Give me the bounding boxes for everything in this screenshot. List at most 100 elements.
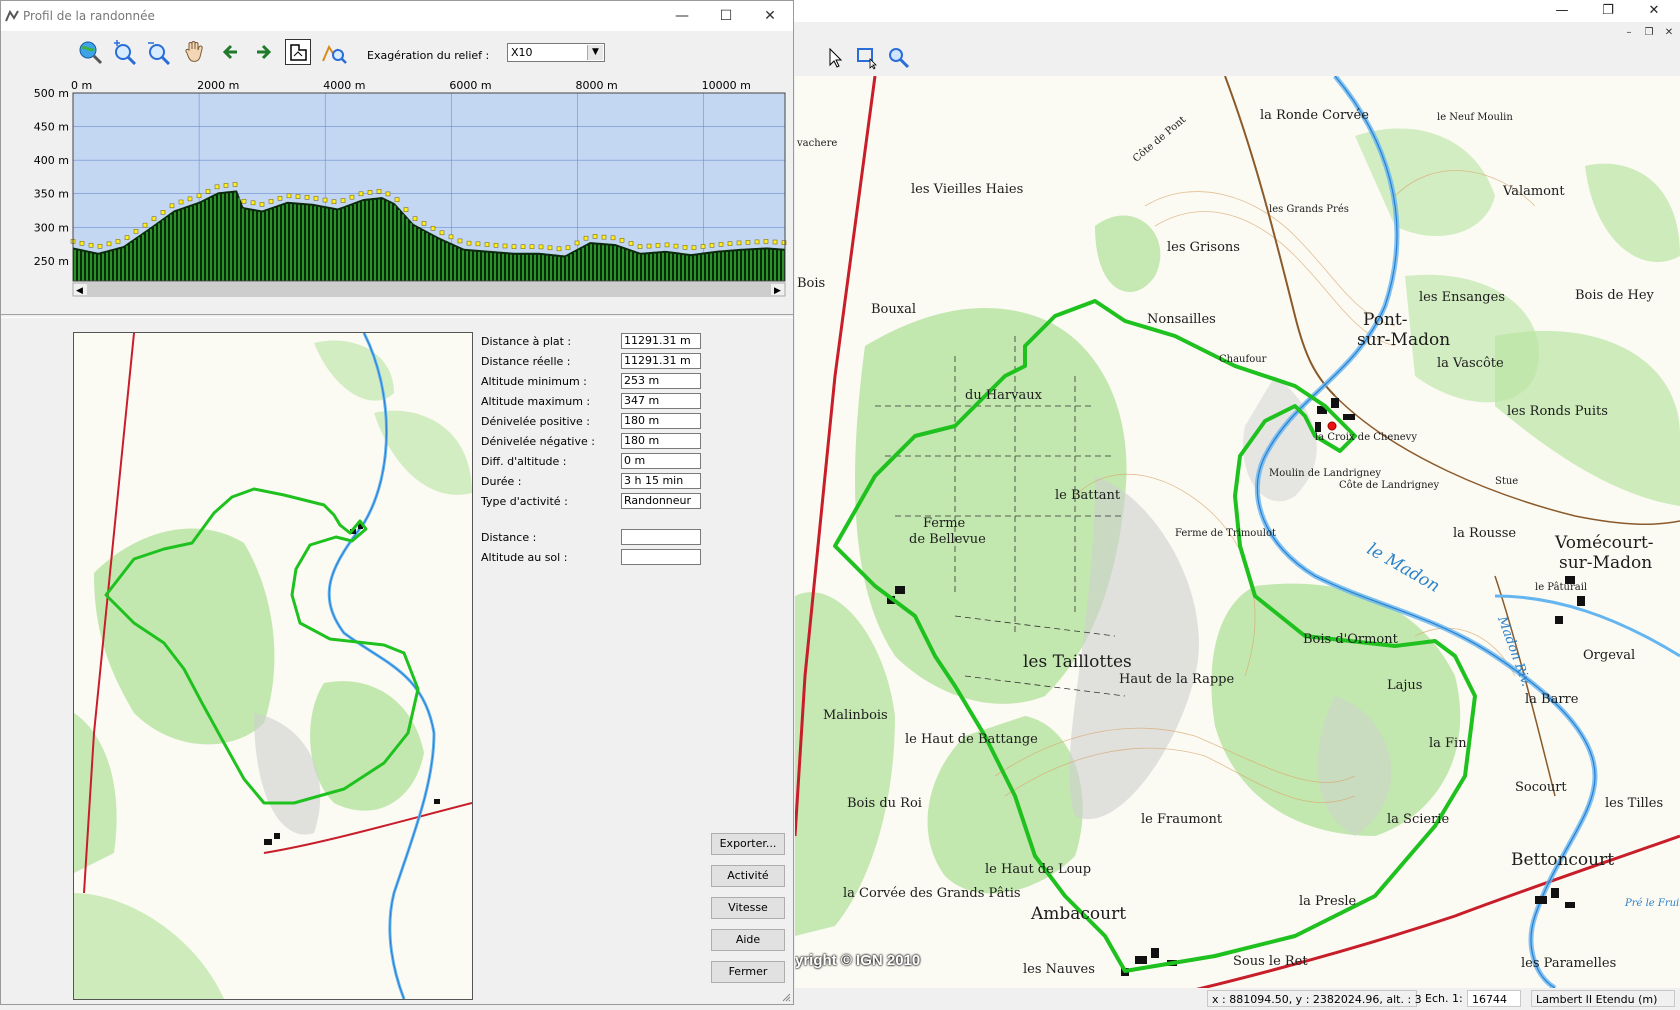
map-label-les-ensanges: les Ensanges [1419, 290, 1505, 305]
track-point [142, 222, 148, 228]
track-point [349, 194, 355, 200]
zoom-globe-icon[interactable] [77, 39, 103, 65]
stat-label: Distance à plat : [481, 335, 572, 348]
map-label-les-vieilles-haies: les Vieilles Haies [911, 182, 1024, 197]
elevation-profile[interactable]: 0 m 2000 m 4000 m 6000 m 8000 m 10000 m 500 m 4… [1, 75, 795, 307]
pointer-arrow-icon[interactable] [823, 46, 847, 70]
map-label-le-haut-battange: le Haut de Battange [905, 732, 1038, 747]
main-restore-button[interactable]: ❐ [1588, 0, 1628, 22]
main-minimize-button[interactable]: — [1542, 0, 1582, 22]
track-point [709, 243, 715, 248]
track-point [232, 182, 238, 187]
track-point [106, 241, 112, 247]
scroll-left-icon: ◀ [76, 286, 83, 296]
stat-value: 3 h 15 min [621, 473, 701, 489]
map-label-cote-landrigney: Côte de Landrigney [1339, 480, 1440, 491]
map-label-la-scierie: la Scierie [1387, 812, 1450, 827]
stat-label: Altitude minimum : [481, 375, 587, 388]
track-point [187, 196, 193, 202]
map-label-le-neuf-moulin: le Neuf Moulin [1437, 112, 1513, 123]
y-tick-label: 400 m [34, 154, 69, 167]
map-label-le-haut-de-loup: le Haut de Loup [985, 862, 1092, 877]
stat-label: Type d'activité : [481, 495, 568, 508]
track-point [547, 245, 553, 251]
y-tick-label: 300 m [34, 221, 69, 234]
mdi-minimize-button[interactable]: – [1620, 26, 1638, 40]
track-point [700, 244, 706, 249]
map-label-pont-sur-madon: Pont- [1363, 310, 1408, 330]
stat-label: Dénivelée négative : [481, 435, 595, 448]
zoom-out-icon[interactable] [145, 39, 171, 66]
map-label-valamont: Valamont [1503, 184, 1565, 199]
zoom-tool-icon[interactable] [887, 46, 911, 70]
track-point [421, 221, 427, 226]
dialog-title: Profil de la randonnée [23, 9, 155, 23]
main-close-button[interactable]: ✕ [1634, 0, 1674, 22]
track-point [214, 184, 220, 190]
relief-exaggeration-select[interactable]: X10 ▼ [507, 43, 605, 62]
topographic-map[interactable]: Pont- sur-Madon Ambacourt Vomécourt- sur… [795, 76, 1680, 988]
track-point [448, 234, 454, 240]
track-point [439, 230, 445, 236]
activity-button[interactable]: Activité [711, 865, 785, 887]
map-label-le-paturail: le Pâturail [1535, 582, 1588, 593]
elevation-search-icon[interactable] [321, 39, 347, 65]
status-scale-input[interactable]: 16744 [1467, 990, 1521, 1007]
track-point [178, 199, 184, 205]
map-toolbar [795, 42, 1680, 76]
stat-value: Randonneur [621, 493, 701, 509]
track-point [565, 245, 571, 251]
map-label-la-fin: la Fin [1429, 736, 1467, 751]
arrow-left-icon[interactable] [217, 39, 243, 65]
map-label-bois-du-roi: Bois du Roi [847, 796, 922, 811]
export-button[interactable]: Exporter... [711, 833, 785, 855]
map-label-vomecourt: Vomécourt- [1555, 533, 1654, 553]
track-point [358, 191, 364, 197]
map-label-bois-harvaux: du Harvaux [965, 388, 1042, 403]
resize-grip-icon[interactable] [781, 992, 791, 1002]
pan-hand-icon[interactable] [181, 39, 207, 65]
track-point [250, 200, 256, 206]
track-point [97, 244, 103, 249]
dialog-minimize-button[interactable]: — [665, 5, 699, 27]
cursor-stat-value [621, 529, 701, 545]
track-point [718, 242, 724, 247]
track-point [331, 199, 337, 204]
map-label-les-taillottes: les Taillottes [1023, 652, 1132, 672]
profile-mode-icon[interactable] [285, 39, 311, 65]
route-overview-map[interactable] [73, 332, 473, 1000]
x-tick-label: 6000 m [449, 79, 491, 92]
mdi-restore-button[interactable]: ❐ [1640, 26, 1658, 40]
zoom-in-icon[interactable] [111, 39, 137, 66]
map-label-le-fraumont: le Fraumont [1141, 812, 1223, 827]
track-point [529, 244, 535, 250]
dialog-close-button[interactable]: ✕ [753, 5, 787, 27]
track-point [628, 241, 634, 246]
track-point [457, 238, 463, 244]
track-point [313, 196, 319, 201]
select-rectangle-icon[interactable] [855, 46, 879, 70]
track-point [115, 239, 121, 244]
track-point [502, 243, 508, 249]
track-point [403, 207, 409, 212]
x-tick-label: 2000 m [197, 79, 239, 92]
map-label-les-paramelles: les Paramelles [1521, 956, 1617, 971]
track-point [79, 241, 85, 246]
map-label-pont-sur-madon-2: sur-Madon [1357, 330, 1451, 350]
mdi-close-button[interactable]: ✕ [1660, 26, 1678, 40]
dialog-maximize-button[interactable]: ☐ [709, 5, 743, 27]
map-label-orgeval: Orgeval [1583, 648, 1636, 663]
map-label-moulin-landrigney: Moulin de Landrigney [1269, 468, 1382, 479]
help-button[interactable]: Aide [711, 929, 785, 951]
track-point [385, 191, 391, 197]
track-point [259, 202, 265, 207]
x-tick-label: 10000 m [702, 79, 751, 92]
map-label-la-presle: la Presle [1299, 894, 1357, 909]
map-label-bettoncourt: Bettoncourt [1511, 850, 1615, 870]
track-point [160, 210, 166, 215]
stat-value: 253 m [621, 373, 701, 389]
close-button[interactable]: Fermer [711, 961, 785, 983]
arrow-right-icon[interactable] [251, 39, 277, 65]
chevron-down-icon[interactable]: ▼ [587, 45, 603, 60]
speed-button[interactable]: Vitesse [711, 897, 785, 919]
